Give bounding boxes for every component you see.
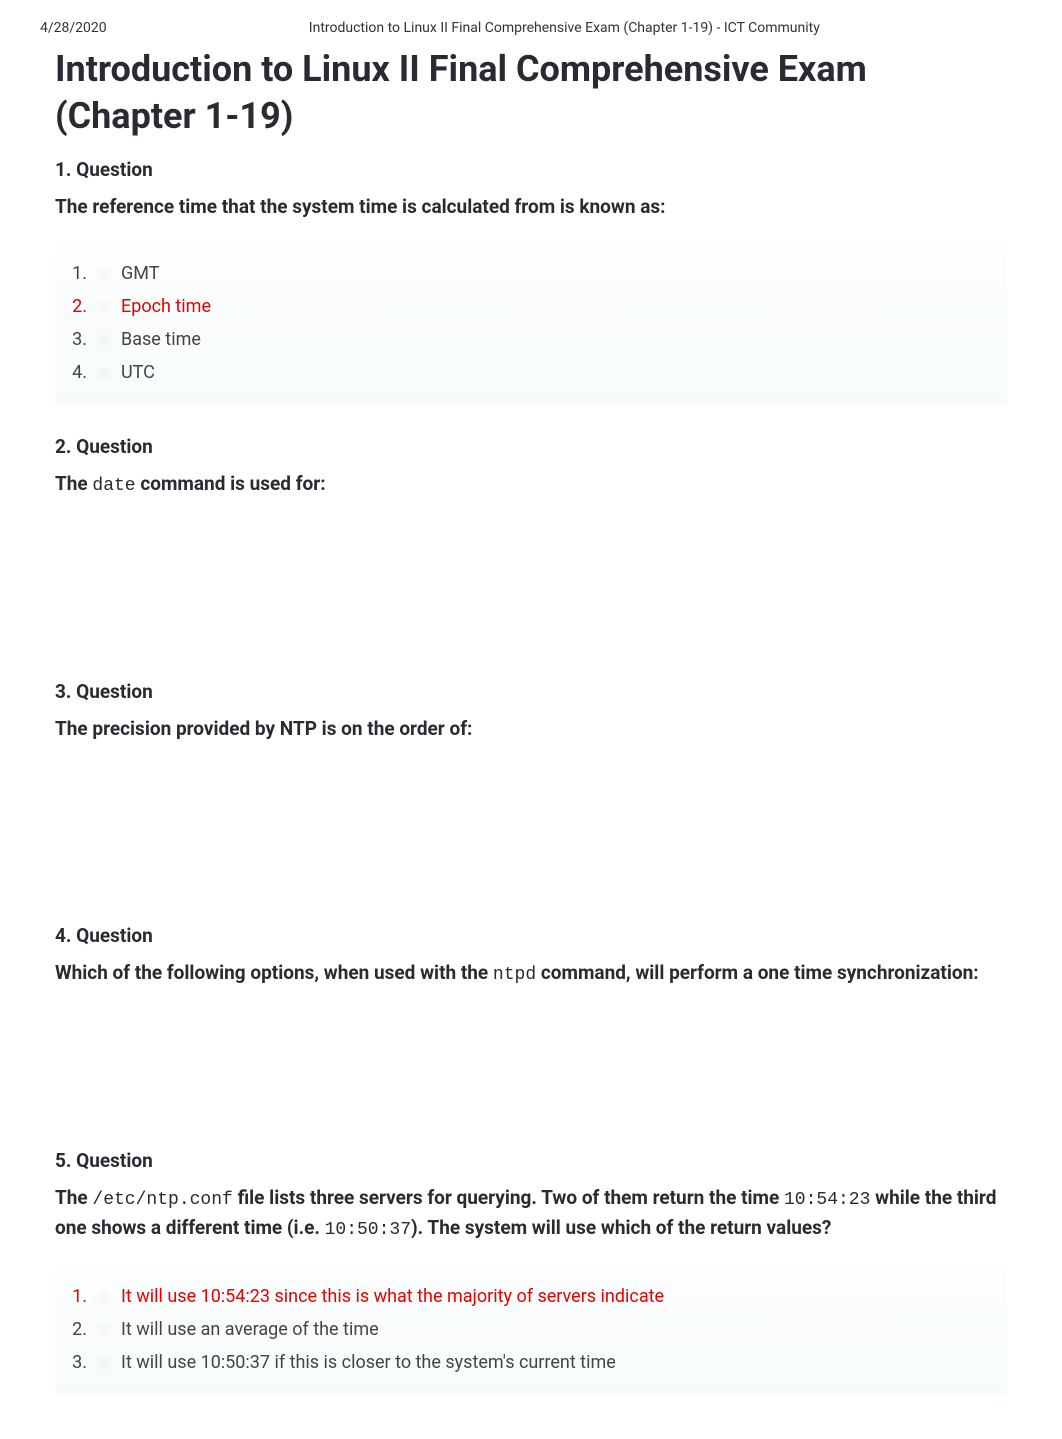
option-number: 3. xyxy=(65,329,93,350)
q1-option-1: 1. GMT xyxy=(65,257,997,290)
q5-heading: 5. Question xyxy=(55,1149,1007,1172)
q4-heading: 4. Question xyxy=(55,924,1007,947)
option-number: 3. xyxy=(65,1352,93,1373)
q5-options: 1. It will use 10:54:23 since this is wh… xyxy=(55,1264,1007,1395)
q5-text-mono3: 10:50:37 xyxy=(325,1220,411,1240)
header-date: 4/28/2020 xyxy=(40,20,107,36)
option-text: Epoch time xyxy=(121,296,997,317)
q1-option-3: 3. Base time xyxy=(65,323,997,356)
q2-text-pre: The xyxy=(55,472,92,495)
q5-option-1: 1. It will use 10:54:23 since this is wh… xyxy=(65,1280,997,1313)
q5-text-mono1: /etc/ntp.conf xyxy=(92,1190,232,1210)
q2-text: The date command is used for: xyxy=(55,470,1007,500)
option-number: 2. xyxy=(65,1319,93,1340)
document-content: Introduction to Linux II Final Comprehen… xyxy=(0,46,1062,1439)
option-number: 1. xyxy=(65,1286,93,1307)
header-doc-title: Introduction to Linux II Final Comprehen… xyxy=(107,20,1022,36)
q5-text-pre: The xyxy=(55,1186,92,1209)
option-text: It will use an average of the time xyxy=(121,1319,997,1340)
q2-options-hidden xyxy=(55,520,1007,650)
q5-text-post: ). The system will use which of the retu… xyxy=(411,1216,831,1239)
radio-marker-icon xyxy=(97,300,111,314)
page-header: 4/28/2020 Introduction to Linux II Final… xyxy=(0,0,1062,46)
radio-marker-icon xyxy=(97,333,111,347)
q5-option-2: 2. It will use an average of the time xyxy=(65,1313,997,1346)
q1-option-4: 4. UTC xyxy=(65,356,997,389)
page-title: Introduction to Linux II Final Comprehen… xyxy=(55,46,1007,140)
q2-heading: 2. Question xyxy=(55,435,1007,458)
q2-text-mono: date xyxy=(92,476,135,496)
radio-marker-icon xyxy=(97,267,111,281)
q3-heading: 3. Question xyxy=(55,680,1007,703)
q5-text-mid1: file lists three servers for querying. T… xyxy=(233,1186,784,1209)
option-text: GMT xyxy=(121,263,997,284)
option-text: It will use 10:54:23 since this is what … xyxy=(121,1286,997,1307)
q5-text: The /etc/ntp.conf file lists three serve… xyxy=(55,1184,1007,1244)
option-text: UTC xyxy=(121,362,997,383)
q3-text: The precision provided by NTP is on the … xyxy=(55,715,1007,744)
q4-options-hidden xyxy=(55,1009,1007,1119)
q4-text-post: command, will perform a one time synchro… xyxy=(536,961,978,984)
option-text: Base time xyxy=(121,329,997,350)
radio-marker-icon xyxy=(97,1323,111,1337)
q2-text-post: command is used for: xyxy=(136,472,326,495)
q1-text: The reference time that the system time … xyxy=(55,193,1007,222)
option-text: It will use 10:50:37 if this is closer t… xyxy=(121,1352,997,1373)
q4-text-mono: ntpd xyxy=(493,965,536,985)
q5-text-mono2: 10:54:23 xyxy=(784,1190,870,1210)
radio-marker-icon xyxy=(97,1356,111,1370)
option-number: 1. xyxy=(65,263,93,284)
q5-option-3: 3. It will use 10:50:37 if this is close… xyxy=(65,1346,997,1379)
q3-options-hidden xyxy=(55,764,1007,894)
radio-marker-icon xyxy=(97,366,111,380)
q4-text: Which of the following options, when use… xyxy=(55,959,1007,989)
option-number: 2. xyxy=(65,296,93,317)
q1-option-2: 2. Epoch time xyxy=(65,290,997,323)
q1-options: 1. GMT 2. Epoch time 3. Base time 4. UTC xyxy=(55,241,1007,405)
q4-text-pre: Which of the following options, when use… xyxy=(55,961,493,984)
q1-heading: 1. Question xyxy=(55,158,1007,181)
radio-marker-icon xyxy=(97,1290,111,1304)
option-number: 4. xyxy=(65,362,93,383)
